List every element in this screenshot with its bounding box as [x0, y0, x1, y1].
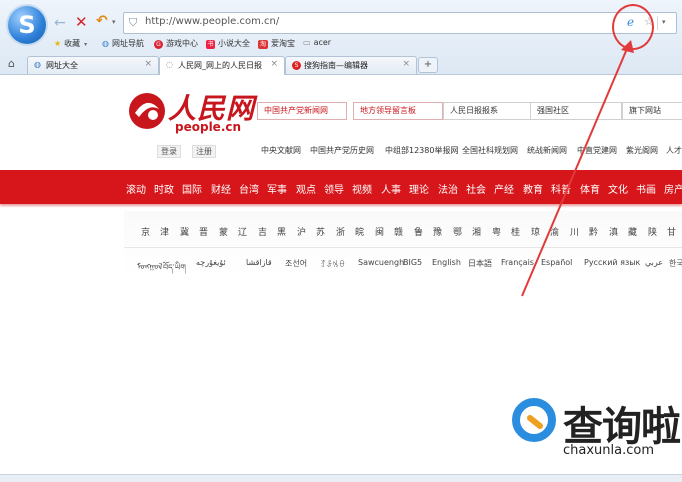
watermark-domain: chaxunla.com [563, 443, 654, 458]
watermark-logo-icon [512, 398, 556, 442]
